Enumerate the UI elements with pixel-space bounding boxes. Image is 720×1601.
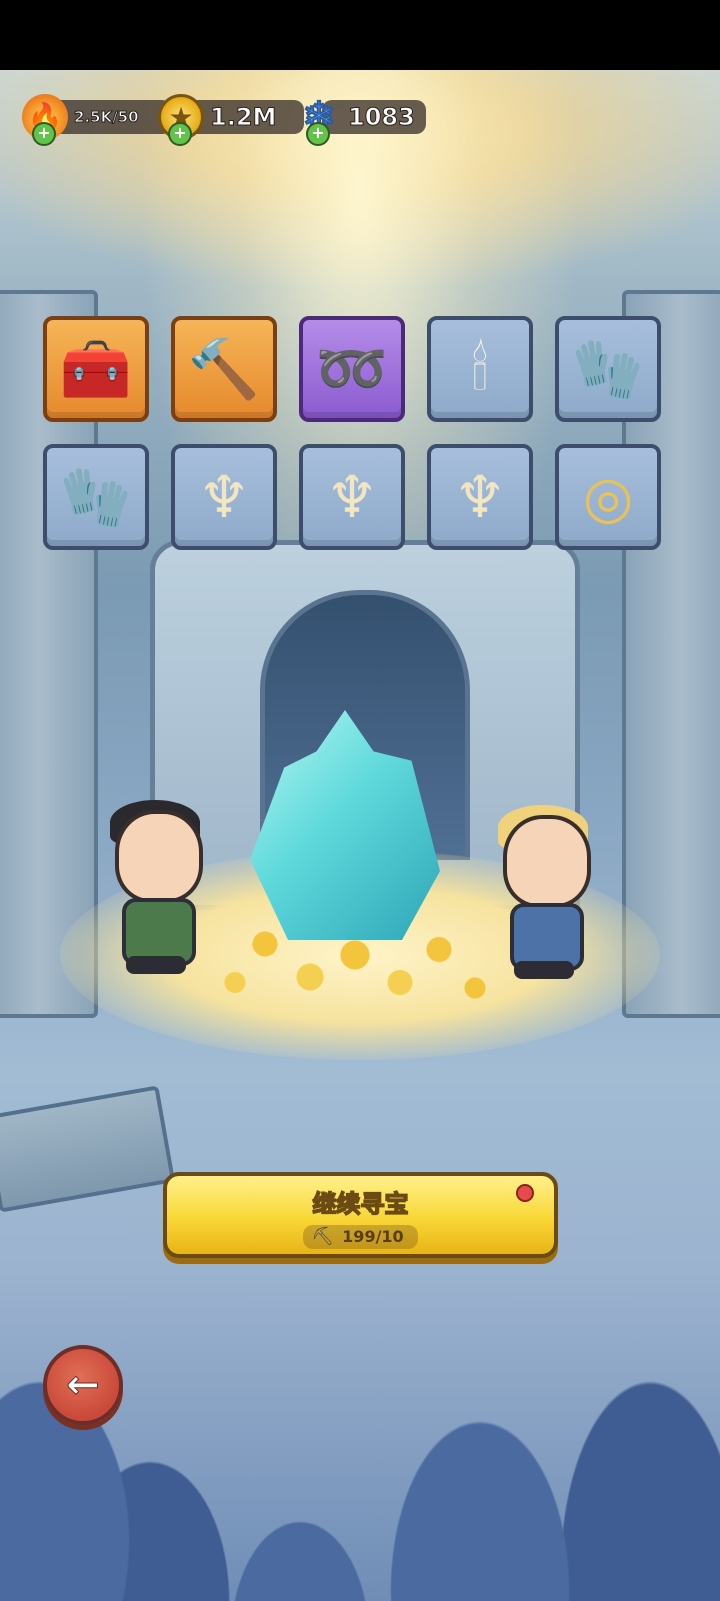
notification-dot (516, 1184, 534, 1202)
item-slot-harp[interactable]: ♆ (427, 444, 533, 550)
miner-right-head (503, 815, 591, 908)
add-gems-icon[interactable]: + (306, 122, 330, 146)
item-slot-glove[interactable]: 🧤 (555, 316, 661, 422)
miner-left-feet (126, 956, 186, 974)
harp-icon: ♆ (198, 463, 250, 531)
gem-counter[interactable]: 1083 ❄ + (296, 93, 428, 146)
glove-icon: 🧤 (571, 335, 645, 403)
add-energy-icon[interactable]: + (32, 122, 56, 146)
add-gold-icon[interactable]: + (168, 122, 192, 146)
fallen-pillar (0, 1085, 176, 1213)
miner-right (488, 805, 598, 985)
item-slot-hammer[interactable]: 🔨 (171, 316, 277, 422)
pickaxe-cost-value: 199/10 (342, 1227, 404, 1246)
thorn-vine-icon: ➿ (315, 335, 389, 403)
back-arrow-icon: ← (66, 1362, 101, 1409)
hammer-icon: 🔨 (187, 335, 261, 403)
item-slot-harp[interactable]: ♆ (171, 444, 277, 550)
item-slot-treasure-chest[interactable]: 🧰 (43, 316, 149, 422)
glove-icon: 🧤 (59, 463, 133, 531)
status-bar (0, 0, 720, 70)
harp-icon: ♆ (454, 463, 506, 531)
gold-counter[interactable]: 1.2M ★ + (158, 94, 304, 146)
miner-right-feet (514, 961, 574, 979)
mirror-icon: ◎ (582, 463, 634, 531)
item-slot-thorn-vine[interactable]: ➿ (299, 316, 405, 422)
pickaxe-cost: ⛏ 199/10 (303, 1224, 418, 1249)
item-slot-glove[interactable]: 🧤 (43, 444, 149, 550)
item-slot-candle[interactable]: 🕯 (427, 316, 533, 422)
pickaxe-icon: ⛏ (311, 1226, 335, 1247)
continue-button-label: 继续寻宝 (312, 1189, 410, 1219)
treasure-chest-icon: 🧰 (59, 335, 133, 403)
miner-left-head (115, 810, 203, 903)
back-button[interactable]: ← (43, 1345, 123, 1425)
candle-icon: 🕯 (471, 335, 489, 403)
continue-treasure-hunt-button[interactable]: 继续寻宝 ⛏ 199/10 (163, 1172, 558, 1258)
miner-left (100, 800, 210, 980)
energy-counter[interactable]: 2.5K/50 🔥 + (22, 94, 172, 146)
item-slot-mirror[interactable]: ◎ (555, 444, 661, 550)
item-slot-harp[interactable]: ♆ (299, 444, 405, 550)
treasure-item-grid: 🧰 🔨 ➿ 🕯 🧤 🧤 ♆ ♆ ♆ ◎ (43, 316, 677, 556)
harp-icon: ♆ (326, 463, 378, 531)
